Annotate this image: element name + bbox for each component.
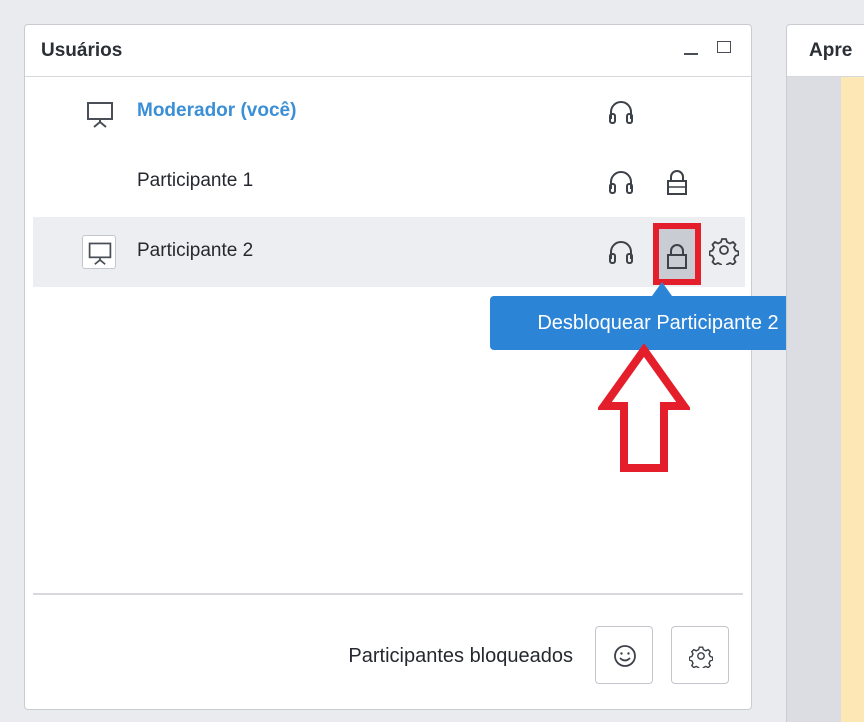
smiley-icon (614, 645, 636, 667)
unlock-button-highlight[interactable] (653, 223, 701, 285)
footer-divider (33, 593, 743, 595)
window-controls (683, 39, 733, 57)
minimize-icon[interactable] (683, 39, 701, 57)
presentation-icon[interactable] (82, 235, 116, 269)
headset-icon[interactable] (607, 167, 635, 197)
user-name-moderator: Moderador (você) (137, 100, 297, 121)
maximize-icon[interactable] (715, 39, 733, 57)
gear-icon[interactable] (708, 235, 740, 269)
users-settings-button[interactable] (671, 626, 729, 684)
presentation-icon[interactable] (85, 99, 115, 129)
user-row-participant-1[interactable]: Participante 1 (33, 147, 745, 217)
tooltip-arrow (652, 282, 672, 296)
unlock-icon[interactable] (663, 241, 691, 271)
unlock-tooltip: Desbloquear Participante 2 (490, 296, 826, 350)
headset-icon[interactable] (607, 97, 635, 127)
users-panel-title: Usuários (41, 40, 123, 61)
presentation-panel: Apre (786, 24, 864, 722)
presentation-panel-title: Apre (809, 40, 853, 61)
user-list: Moderador (você) Participante 1 Particip… (33, 77, 745, 287)
emoji-status-button[interactable] (595, 626, 653, 684)
presentation-panel-header: Apre (787, 25, 864, 77)
user-name-participant-1: Participante 1 (137, 170, 254, 191)
user-name-participant-2: Participante 2 (137, 240, 254, 261)
headset-icon[interactable] (607, 237, 635, 267)
lock-icon[interactable] (663, 167, 691, 197)
gear-icon (689, 646, 713, 668)
presentation-area (841, 77, 864, 722)
user-row-participant-2[interactable]: Participante 2 (33, 217, 745, 287)
blocked-participants-label: Participantes bloqueados (348, 645, 573, 667)
users-panel-header: Usuários (25, 25, 751, 77)
user-row-moderator[interactable]: Moderador (você) (33, 77, 745, 147)
presentation-sidebar (787, 77, 841, 722)
red-arrow-annotation (598, 344, 690, 472)
